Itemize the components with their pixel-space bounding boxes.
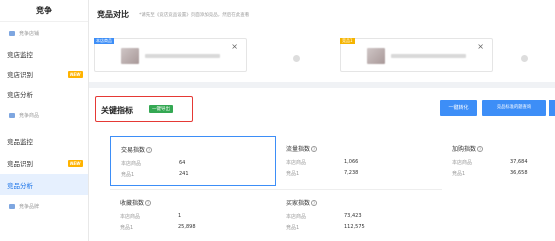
main-content: 竞品对比 *请先至《竞店竞品设置》页面添加竞品，然后在此查看 本店商品 × 竞品… (89, 0, 555, 241)
metric-row: 本店商品 1 (120, 213, 182, 220)
metric-title: 买家指数? (286, 199, 318, 207)
sidebar-item-store-monitor[interactable]: 竞店监控 (0, 44, 88, 64)
sidebar-item-store-identify[interactable]: 竞店识别 NEW (0, 64, 88, 84)
key-metrics-title: 关键指标 (101, 106, 133, 115)
sidebar-item-product-monitor[interactable]: 竞品监控 (0, 130, 88, 152)
metric-row: 竞品1 36,658 (452, 170, 528, 177)
metric-row: 本店商品 64 (121, 160, 186, 167)
help-icon: ? (146, 146, 153, 153)
key-metrics-panel: 关键指标 一键导出 一键转化 竞品标准的题查询 交易指数? 本店商品 64 竞品1… (89, 88, 555, 241)
product-compare-area: 本店商品 × 竞品1 × (89, 28, 555, 82)
query-button[interactable]: 竞品标准的题查询 (482, 100, 546, 116)
page-hint: *请先至《竞店竞品设置》页面添加竞品，然后在此查看 (139, 13, 250, 18)
metric-card-buyers[interactable]: 买家指数? 本店商品 73,423 竞品1 112,575 (276, 189, 442, 241)
sidebar: 竞争 竞争店铺 竞店监控 竞店识别 NEW 竞店分析 竞争商品 竞品监控 竞品识… (0, 0, 89, 241)
metric-row: 竞品1 25,898 (120, 224, 196, 231)
key-metrics-highlight: 关键指标 一键导出 (95, 96, 193, 122)
metric-row: 竞品1 241 (121, 171, 189, 178)
sidebar-section-competing-stores[interactable]: 竞争店铺 (0, 22, 88, 44)
help-icon: ? (477, 145, 484, 152)
metric-title: 收藏指数? (120, 199, 152, 207)
metric-card-favorites[interactable]: 收藏指数? 本店商品 1 竞品1 25,898 (110, 189, 276, 241)
sidebar-item-product-analysis[interactable]: 竞品分析 (0, 174, 88, 195)
product-tag: 本店商品 (94, 38, 114, 44)
sidebar-item-store-analysis[interactable]: 竞店分析 (0, 84, 88, 104)
folder-icon (9, 112, 15, 118)
product-title-blurred (391, 54, 466, 58)
product-thumbnail (121, 48, 139, 64)
sidebar-section-competing-products[interactable]: 竞争商品 (0, 104, 88, 126)
folder-icon (9, 30, 15, 36)
metric-title: 流量指数? (286, 145, 318, 153)
metric-row: 竞品1 7,238 (286, 170, 359, 177)
page-title: 竞品对比 (97, 10, 129, 19)
metric-card-trade[interactable]: 交易指数? 本店商品 64 竞品1 241 (110, 136, 276, 186)
metric-row: 本店商品 1,066 (286, 159, 359, 166)
close-icon[interactable]: × (477, 43, 484, 51)
add-product-dot[interactable] (521, 55, 528, 62)
help-icon: ? (311, 199, 318, 206)
product-title-blurred (145, 54, 220, 58)
add-product-dot[interactable] (293, 55, 300, 62)
metric-card-traffic[interactable]: 流量指数? 本店商品 1,066 竞品1 7,238 (276, 136, 442, 186)
metric-card-add-to-cart[interactable]: 加购指数? 本店商品 37,684 竞品1 36,658 (442, 136, 555, 186)
metric-row: 本店商品 73,423 (286, 213, 362, 220)
new-badge: NEW (68, 70, 83, 78)
sidebar-item-product-identify[interactable]: 竞品识别 NEW (0, 152, 88, 174)
product-tag: 竞品1 (340, 38, 355, 44)
new-badge: NEW (68, 159, 83, 167)
close-icon[interactable]: × (231, 43, 238, 51)
metric-row: 本店商品 37,684 (452, 159, 528, 166)
product-thumbnail (367, 48, 385, 64)
sidebar-section-competing-brands[interactable]: 竞争品牌 (0, 195, 88, 217)
metric-title: 交易指数? (121, 146, 153, 154)
metric-row: 竞品1 112,575 (286, 224, 365, 231)
more-button[interactable] (549, 100, 555, 116)
help-icon: ? (145, 199, 152, 206)
page-header: 竞品对比 *请先至《竞店竞品设置》页面添加竞品，然后在此查看 (89, 0, 555, 28)
product-card-own[interactable]: 本店商品 × (94, 38, 247, 72)
sidebar-title: 竞争 (0, 0, 88, 22)
convert-button[interactable]: 一键转化 (440, 100, 477, 116)
product-card-competitor[interactable]: 竞品1 × (340, 38, 493, 72)
folder-icon (9, 203, 15, 209)
metric-title: 加购指数? (452, 145, 484, 153)
export-button[interactable]: 一键导出 (149, 105, 173, 113)
help-icon: ? (311, 145, 318, 152)
